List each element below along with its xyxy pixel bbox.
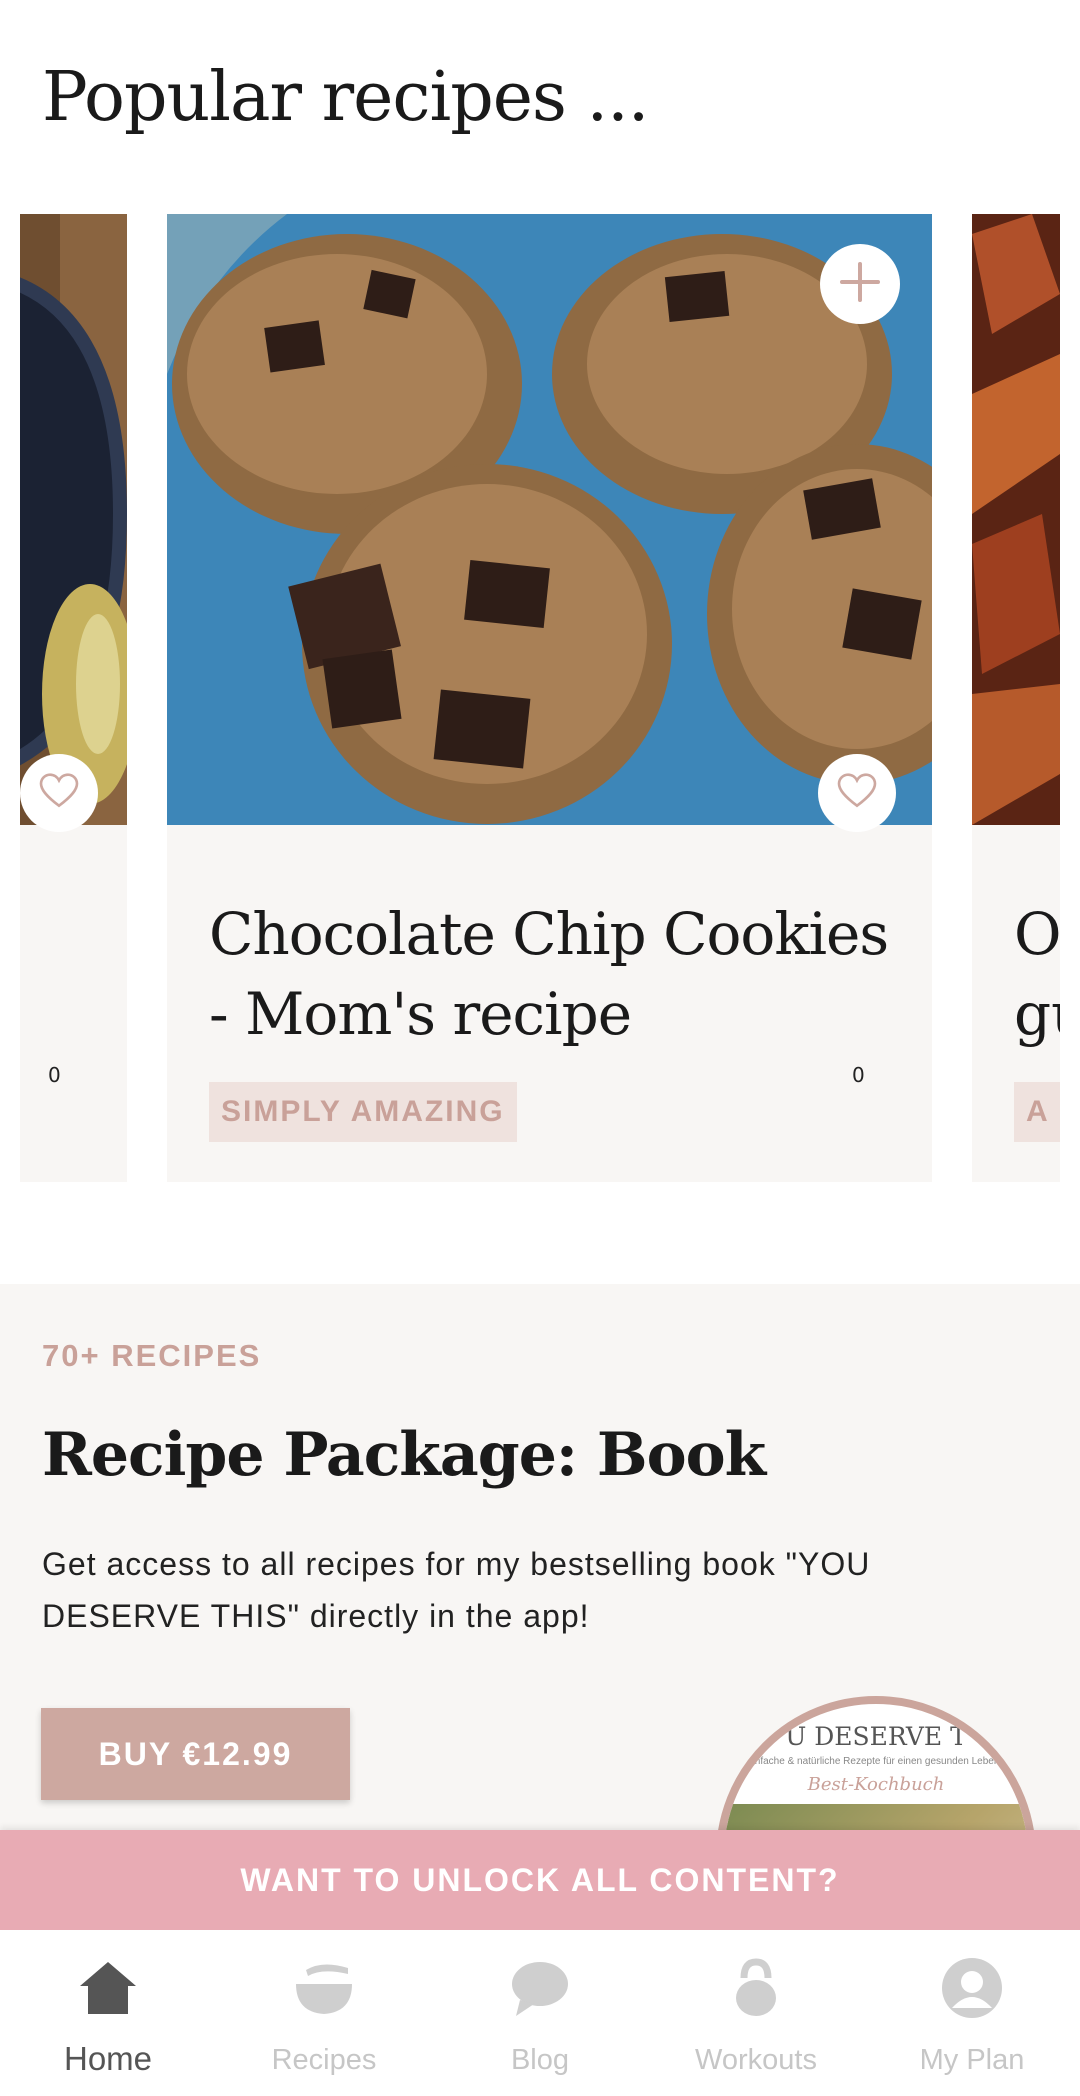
nav-item-blog[interactable]: Blog (432, 1930, 648, 2096)
recipe-card-previous[interactable]: 0 (20, 214, 127, 1182)
nav-label: Workouts (695, 2044, 817, 2076)
book-cover-title: U DESERVE T (785, 1722, 967, 1751)
recipe-title-peek: Ogu (1014, 900, 1060, 1048)
nav-label: Blog (510, 2044, 570, 2076)
like-count: 0 (48, 1063, 61, 1087)
nav-item-workouts[interactable]: Workouts (648, 1930, 864, 2096)
nav-label: Recipes (271, 2044, 377, 2076)
nav-label: My Plan (919, 2044, 1025, 2076)
book-cover-image: U DESERVE T infache & natürliche Rezepte… (716, 1696, 1036, 1830)
nav-item-my-plan[interactable]: My Plan (864, 1930, 1080, 2096)
add-to-plan-button[interactable] (820, 244, 900, 324)
book-cover-script: Best-Kochbuch (807, 1774, 945, 1795)
recipe-card[interactable]: 0 Chocolate Chip Cookies - Mom's recipe … (167, 214, 932, 1182)
recipe-tag: SIMPLY AMAZING (209, 1082, 517, 1142)
like-count: 0 (852, 1063, 865, 1087)
like-button[interactable] (818, 754, 896, 832)
chat-bubble-icon (508, 1956, 572, 2020)
package-eyebrow: 70+ RECIPES (42, 1338, 262, 1373)
package-description: Get access to all recipes for my bestsel… (42, 1546, 871, 1634)
recipe-image[interactable] (20, 214, 127, 825)
kettlebell-icon (724, 1956, 788, 2020)
nav-item-home[interactable]: Home (0, 1930, 216, 2096)
plus-icon (836, 258, 884, 311)
book-cover-photo (724, 1804, 1028, 1830)
heart-icon (837, 772, 877, 814)
like-button[interactable] (20, 754, 98, 832)
recipe-image[interactable] (167, 214, 932, 825)
heart-icon (39, 772, 79, 814)
nav-item-recipes[interactable]: Recipes (216, 1930, 432, 2096)
bottom-navigation: Home Recipes Blog Workouts My Plan (0, 1930, 1080, 2096)
home-icon (76, 1956, 140, 2020)
recipe-tag-peek: A (1014, 1082, 1060, 1142)
recipe-card-next[interactable]: Ogu A (972, 214, 1060, 1182)
book-cover-subtitle: infache & natürliche Rezepte für einen g… (752, 1756, 1000, 1767)
page-title: Popular recipes ... (42, 58, 649, 137)
recipe-package-section: 70+ RECIPES Recipe Package: Book Get acc… (0, 1284, 1080, 1830)
package-title: Recipe Package: Book (42, 1420, 766, 1490)
bowl-whisk-icon (292, 1956, 356, 2020)
recipe-image[interactable] (972, 214, 1060, 825)
nav-label: Home (63, 2040, 153, 2077)
buy-button[interactable]: BUY €12.99 (41, 1708, 350, 1800)
user-icon (940, 1956, 1004, 2020)
unlock-content-banner[interactable]: WANT TO UNLOCK ALL CONTENT? (0, 1830, 1080, 1930)
recipe-title[interactable]: Chocolate Chip Cookies - Mom's recipe (209, 894, 909, 1054)
